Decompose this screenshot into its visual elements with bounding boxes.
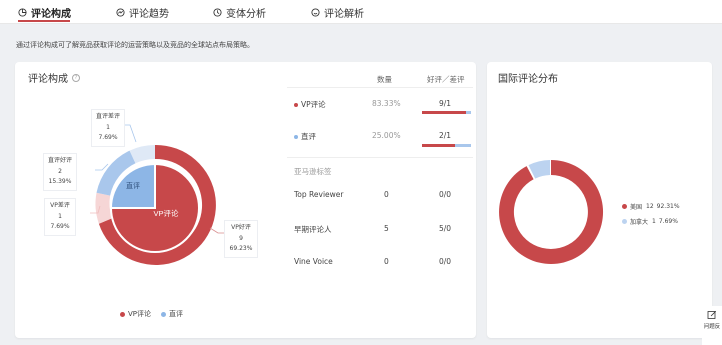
reviewer-row-top-ratio: 0/0 [439, 190, 452, 199]
row-vp-percent: 83.33% [372, 99, 401, 108]
tab-label: 变体分析 [226, 8, 266, 20]
row-vp-ratio: 9/1 [439, 99, 452, 108]
edit-icon [707, 310, 717, 319]
direct-good-bar [422, 144, 455, 147]
reviewer-row-vine-label: Vine Voice [294, 257, 333, 266]
composition-title-text: 评论构成 [28, 74, 68, 85]
legend-us-count: 12 [646, 203, 654, 210]
callout-percent: 7.69% [50, 223, 70, 230]
help-icon[interactable]: ? [72, 73, 80, 82]
callout-count: 1 [58, 212, 62, 220]
legend-direct-label: 直评 [169, 310, 184, 318]
international-title: 国际评论分布 [498, 74, 558, 85]
legend-canada-label: 加拿大 [630, 219, 649, 226]
callout-count: 2 [58, 167, 62, 175]
legend-canada-count: 1 [652, 218, 656, 225]
donut-us-segment[interactable] [499, 159, 604, 264]
reviewer-row-vine-count: 0 [384, 257, 389, 266]
legend-canada-dot [622, 219, 627, 224]
row-vp-text: VP评论 [301, 100, 326, 109]
legend-us-label: 美国 [630, 204, 643, 211]
vp-dot [294, 103, 298, 107]
reviewer-row-vine-ratio: 0/0 [439, 257, 452, 266]
composition-title: 评论构成 ? [28, 70, 80, 85]
tab-label: 评论趋势 [129, 8, 169, 20]
legend-us-percent: 92.31% [656, 203, 680, 210]
callout-name: 直评差评 [95, 113, 120, 120]
row-direct-text: 直评 [301, 132, 316, 141]
legend-canada-percent: 7.69% [658, 218, 678, 225]
trend-icon [116, 7, 125, 17]
callout-vp-good: VP好评 9 69.23% [224, 220, 258, 258]
reviewer-row-early-count: 5 [384, 224, 389, 233]
reviewer-row-top-label: Top Reviewer [294, 190, 344, 199]
callout-direct-good: 直评好评 2 15.39% [43, 153, 77, 191]
vp-bad-bar [466, 111, 471, 114]
callout-count: 9 [239, 234, 243, 242]
header-count: 数量 [377, 75, 392, 84]
callout-percent: 15.39% [48, 178, 72, 185]
tab-review-composition[interactable]: 评论构成 [18, 3, 71, 21]
tab-label: 评论构成 [31, 8, 71, 20]
smile-icon [311, 7, 320, 17]
pie-chart-icon [18, 7, 27, 17]
legend-direct-dot [161, 311, 167, 317]
feedback-label: 问题反 [703, 324, 721, 330]
tab-variant-analysis[interactable]: 变体分析 [213, 3, 266, 21]
variant-icon [213, 7, 222, 17]
international-donut-chart [499, 159, 604, 264]
row-direct-percent: 25.00% [372, 131, 401, 140]
tab-review-analysis[interactable]: 评论解析 [311, 3, 364, 21]
row-direct-label: 直评 [294, 131, 316, 142]
legend-us: 美国 12 92.31% [622, 202, 680, 211]
direct-dot [294, 135, 298, 139]
header-good-bad: 好评／差评 [427, 75, 465, 84]
callout-percent: 69.23% [229, 245, 253, 252]
reviewer-row-early-ratio: 5/0 [439, 224, 452, 233]
callout-count: 1 [106, 123, 110, 131]
tab-bar: 评论构成 评论趋势 变体分析 评论解析 [0, 0, 722, 24]
reviewer-row-top-count: 0 [384, 190, 389, 199]
legend-vp-dot [120, 311, 125, 317]
callout-name: VP好评 [231, 224, 251, 231]
row-vp-label: VP评论 [294, 99, 326, 110]
amazon-tags-heading: 亚马逊标签 [294, 167, 332, 176]
direct-bad-bar [455, 144, 471, 147]
page-description: 通过评论构成可了解竞品获取评论的运营策略以及竞品的全球站点布局策略。 [16, 41, 254, 49]
reviewer-row-early-label: 早期评论人 [294, 225, 332, 234]
legend-canada: 加拿大 1 7.69% [622, 217, 678, 226]
active-tab-indicator [18, 20, 70, 22]
legend-vp-label: VP评论 [128, 310, 152, 318]
section-divider [287, 157, 473, 158]
tab-review-trend[interactable]: 评论趋势 [116, 3, 169, 21]
vp-good-bar [422, 111, 466, 114]
legend-us-dot [622, 204, 627, 209]
row-direct-ratio: 2/1 [439, 131, 452, 140]
feedback-widget[interactable]: 问题反 [702, 306, 722, 345]
callout-name: VP差评 [50, 202, 70, 209]
callout-name: 直评好评 [47, 157, 72, 164]
callout-vp-bad: VP差评 1 7.69% [44, 198, 76, 236]
callout-percent: 7.69% [98, 134, 118, 141]
composition-legend: VP评论 直评 [120, 309, 183, 319]
table-divider [287, 87, 473, 88]
callout-direct-bad: 直评差评 1 7.69% [91, 109, 125, 147]
tab-label: 评论解析 [324, 8, 364, 20]
